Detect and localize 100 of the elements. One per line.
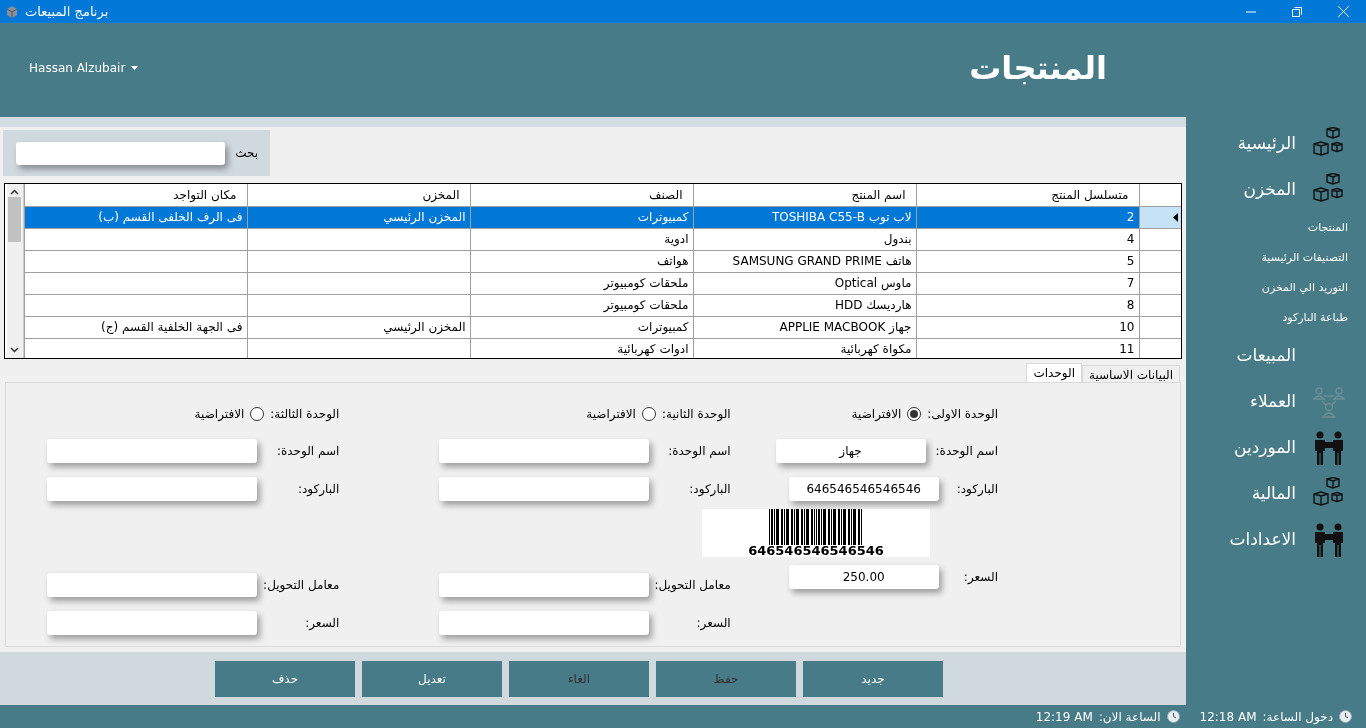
two-people-icon xyxy=(1313,523,1345,557)
table-cell: فى الرف الخلفى القسم (ب) xyxy=(24,206,247,228)
input-field[interactable] xyxy=(47,439,258,463)
sidebar-subitem[interactable]: طباعة الباركود xyxy=(1282,309,1348,327)
default-label: الافتراضية xyxy=(194,406,245,423)
status-label: دخول الساعة: xyxy=(1262,708,1333,726)
column-header[interactable]: الصنف xyxy=(470,184,693,206)
people-network-icon xyxy=(1312,385,1346,419)
field-label: اسم الوحدة: xyxy=(667,443,731,460)
input-field[interactable]: جهاز xyxy=(775,439,926,463)
clock-icon xyxy=(1339,710,1352,723)
close-icon xyxy=(1337,6,1349,17)
default-radio[interactable] xyxy=(641,407,656,421)
sidebar-item[interactable]: العملاء xyxy=(1249,389,1296,415)
table-cell: 8 xyxy=(916,294,1139,316)
unit-title: الوحدة الاولى: xyxy=(927,406,998,423)
field-label: السعر: xyxy=(304,615,340,632)
field-label: اسم الوحدة: xyxy=(275,443,340,460)
sidebar-subitem[interactable]: التوريد الي المخزن xyxy=(1261,279,1348,297)
field-label: اسم الوحدة: xyxy=(935,443,998,460)
barcode-number: 646546546546546 xyxy=(748,545,884,557)
window-title: برنامج المبيعات xyxy=(25,2,109,22)
table-cell: فى الجهة الخلفية القسم (ج) xyxy=(24,316,247,338)
input-field[interactable]: 646546546546546 xyxy=(788,477,939,501)
default-radio[interactable] xyxy=(250,407,265,421)
scrollbar[interactable] xyxy=(6,184,24,358)
caret-icon xyxy=(131,65,139,70)
tab[interactable]: الوحدات xyxy=(1026,363,1082,382)
unit-title: الوحدة الثانية: xyxy=(661,406,731,423)
restore-icon xyxy=(1292,6,1302,17)
user-menu[interactable]: Hassan Alzubair xyxy=(29,58,139,77)
sidebar-subitem[interactable]: التصنيفات الرئيسية xyxy=(1261,249,1348,267)
field-label: الباركود: xyxy=(688,481,731,498)
table-cell: لاب توب TOSHIBA C55-B xyxy=(693,206,916,228)
default-label: الافتراضية xyxy=(851,406,902,423)
table-cell: ملحقات كومبيوتر xyxy=(470,272,693,294)
table-cell: هارديسك HDD xyxy=(693,294,916,316)
two-people-icon xyxy=(1313,431,1345,465)
sidebar-item[interactable]: المبيعات xyxy=(1236,343,1296,369)
table-cell: ماوس Optical xyxy=(693,272,916,294)
sidebar-item[interactable]: الموردين xyxy=(1234,435,1296,461)
table-cell: ادوات كهربائية xyxy=(470,338,693,358)
field-label: السعر: xyxy=(962,569,998,586)
input-field[interactable] xyxy=(438,477,649,501)
sidebar-item[interactable]: الاعدادات xyxy=(1229,527,1296,553)
input-field[interactable] xyxy=(438,611,649,635)
table-cell: 11 xyxy=(916,338,1139,358)
sidebar-item[interactable]: المخزن xyxy=(1243,177,1296,203)
scroll-up-icon[interactable] xyxy=(10,189,19,195)
sidebar-item[interactable]: المالية xyxy=(1251,481,1296,507)
search-field[interactable] xyxy=(16,141,226,165)
column-header[interactable]: متسلسل المنتج xyxy=(916,184,1139,206)
table-cell: 4 xyxy=(916,228,1139,250)
table-cell: 7 xyxy=(916,272,1139,294)
status-time: 12:18 AM xyxy=(1199,708,1257,726)
search-label: بحث xyxy=(235,145,258,162)
row-header[interactable] xyxy=(1139,206,1181,228)
status-time: 12:19 AM xyxy=(1035,708,1093,726)
scroll-down-icon[interactable] xyxy=(10,347,19,353)
table-cell: ملحقات كومبيوتر xyxy=(470,294,693,316)
sidebar-item[interactable]: الرئيسية xyxy=(1237,131,1296,157)
action-button[interactable]: جديد xyxy=(803,660,943,697)
table-cell: 2 xyxy=(916,206,1139,228)
field-label: الباركود: xyxy=(296,481,340,498)
table-cell: جهاز APPLIE MACBOOK xyxy=(693,316,916,338)
column-header[interactable]: المخزن xyxy=(247,184,470,206)
table-cell: المخزن الرئيسي xyxy=(247,206,470,228)
input-field[interactable] xyxy=(47,611,258,635)
input-field[interactable]: 250.00 xyxy=(788,565,939,589)
table-cell: 10 xyxy=(916,316,1139,338)
default-radio[interactable] xyxy=(907,407,922,421)
field-label: السعر: xyxy=(695,615,731,632)
table-cell: كمبيوترات xyxy=(470,206,693,228)
table-cell: هواتف xyxy=(470,250,693,272)
input-field[interactable] xyxy=(47,477,258,501)
column-header[interactable]: اسم المنتج xyxy=(693,184,916,206)
status-label: الساعة الان: xyxy=(1098,708,1161,726)
table-cell: بندول xyxy=(693,228,916,250)
table-cell: 5 xyxy=(916,250,1139,272)
table-cell: المخزن الرئيسي xyxy=(247,316,470,338)
clock-icon xyxy=(1166,710,1180,723)
input-field[interactable] xyxy=(438,573,649,597)
column-header[interactable]: مكان التواجد xyxy=(24,184,247,206)
table-cell: مكواة كهربائية xyxy=(693,338,916,358)
default-label: الافتراضية xyxy=(586,406,636,423)
field-label: الباركود: xyxy=(955,481,998,498)
row-header-corner xyxy=(1139,184,1181,206)
field-label: معامل التحويل: xyxy=(658,577,731,594)
input-field[interactable] xyxy=(47,573,258,597)
input-field[interactable] xyxy=(438,439,649,463)
scroll-thumb[interactable] xyxy=(8,197,21,242)
action-button[interactable]: تعديل xyxy=(362,660,502,697)
tab[interactable]: البيانات الاساسية xyxy=(1082,365,1180,382)
app-icon xyxy=(5,4,19,19)
table-cell: هاتف SAMSUNG GRAND PRIME xyxy=(693,250,916,272)
table-cell: ادوية xyxy=(470,228,693,250)
action-button[interactable]: حذف xyxy=(215,660,355,697)
sidebar-subitem[interactable]: المنتجات xyxy=(1307,219,1348,237)
unit-title: الوحدة الثالثة: xyxy=(270,406,340,423)
table-cell: كمبيوترات xyxy=(470,316,693,338)
